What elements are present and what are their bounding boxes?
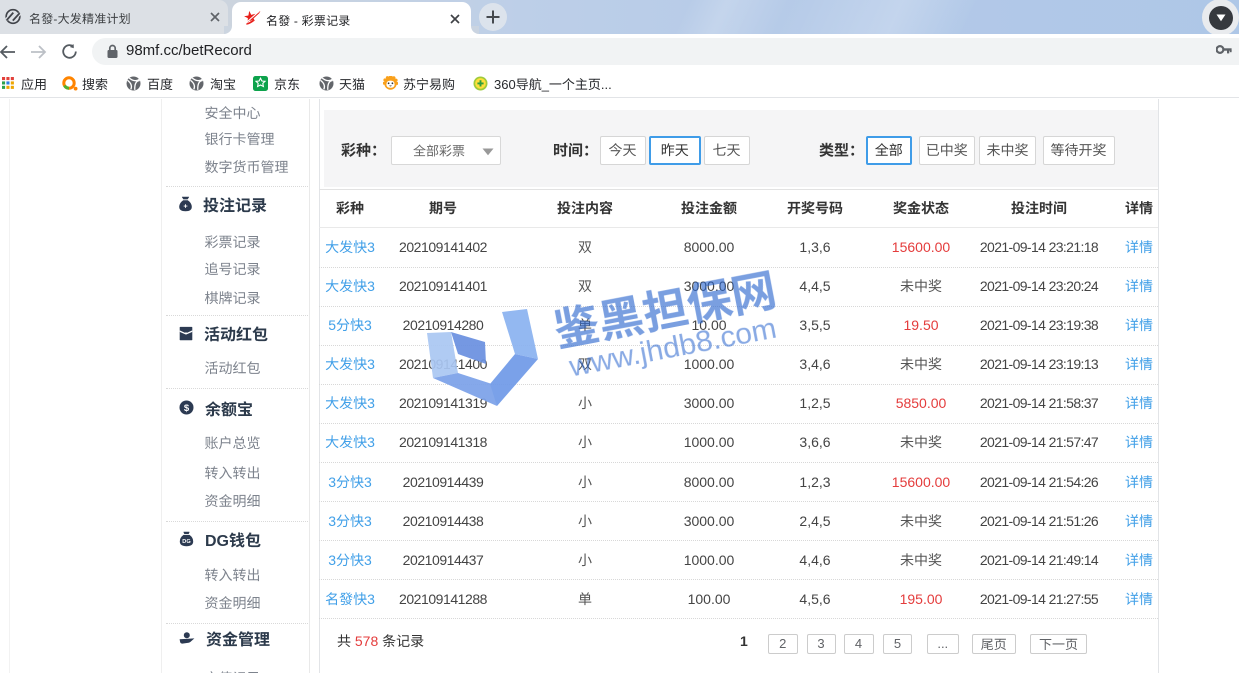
svg-text:$: $ [184,403,190,414]
svg-text:DG: DG [182,539,190,545]
